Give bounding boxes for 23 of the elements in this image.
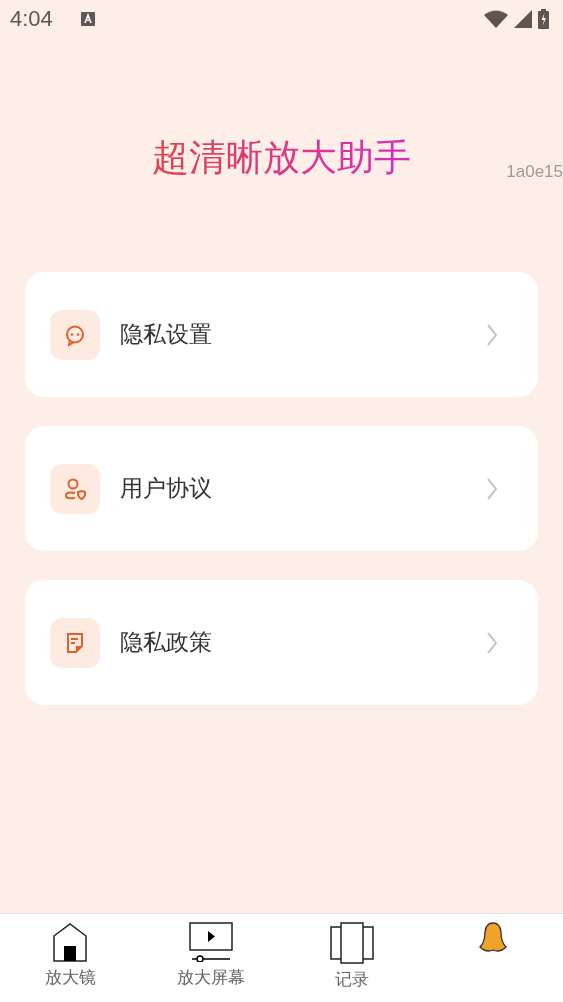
nav-tab[interactable]: 记录 — [281, 914, 423, 1002]
pages-icon — [329, 922, 374, 964]
bell-icon — [477, 922, 508, 954]
menu-label: 用户协议 — [120, 474, 213, 503]
menu-item[interactable]: 隐私设置 — [25, 272, 538, 397]
chevron-icon — [486, 630, 498, 655]
user-shield-icon — [63, 476, 87, 501]
house-icon — [52, 922, 89, 962]
version-text: 1a0e15 — [506, 162, 563, 182]
chevron-icon — [486, 322, 498, 347]
signal-icon — [514, 10, 532, 28]
menu-item[interactable]: 隐私政策 — [25, 580, 538, 705]
video-player-icon — [189, 922, 234, 962]
chevron-icon — [486, 476, 498, 501]
menu-label: 隐私政策 — [120, 628, 213, 657]
battery-icon — [538, 9, 549, 29]
wifi-icon — [484, 10, 508, 28]
nav-tab[interactable]: 放大镜 — [0, 914, 141, 1002]
nav-tab[interactable]: 放大屏幕 — [140, 914, 282, 1002]
menu-item[interactable]: 用户协议 — [25, 426, 538, 551]
status-time: 4:04 — [10, 6, 53, 32]
keyboard-icon — [80, 12, 95, 26]
menu-label: 隐私设置 — [120, 320, 213, 349]
